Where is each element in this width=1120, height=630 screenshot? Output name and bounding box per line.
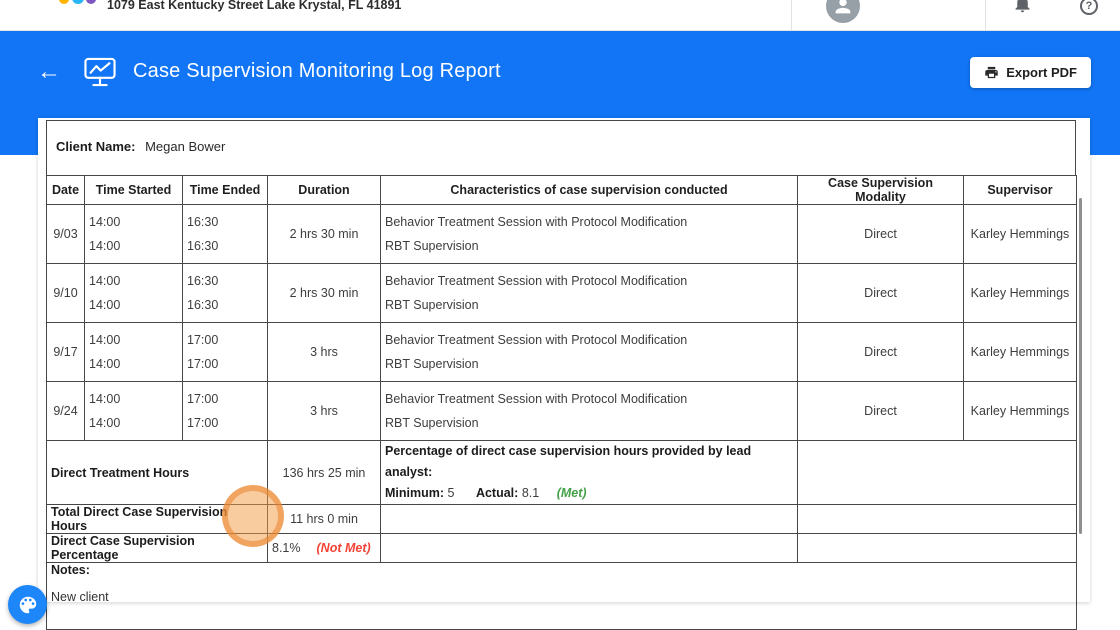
topbar-divider bbox=[985, 0, 986, 30]
empty-cell bbox=[380, 504, 798, 534]
col-header-supervisor: Supervisor bbox=[963, 175, 1077, 205]
col-header-modality: Case Supervision Modality bbox=[797, 175, 964, 205]
user-avatar[interactable] bbox=[826, 0, 860, 23]
report-chart-icon bbox=[82, 56, 118, 88]
total-supervision-hours-value: 11 hrs 0 min bbox=[267, 504, 381, 534]
table-row: 9/03 14:00 14:00 16:30 16:30 2 hrs 30 mi… bbox=[46, 204, 1077, 264]
cell-supervisor: Karley Hemmings bbox=[963, 263, 1077, 323]
cell-duration: 3 hrs bbox=[267, 381, 381, 441]
cell-date: 9/17 bbox=[46, 322, 85, 382]
col-header-duration: Duration bbox=[267, 175, 381, 205]
met-status-badge: (Met) bbox=[556, 486, 587, 500]
total-supervision-hours-label: Total Direct Case Supervision Hours bbox=[46, 504, 268, 534]
cell-time-ended: 16:30 16:30 bbox=[182, 263, 268, 323]
cell-date: 9/10 bbox=[46, 263, 85, 323]
table-row: 9/10 14:00 14:00 16:30 16:30 2 hrs 30 mi… bbox=[46, 263, 1077, 323]
empty-cell bbox=[797, 504, 1077, 534]
cell-date: 9/24 bbox=[46, 381, 85, 441]
empty-cell bbox=[797, 533, 1077, 563]
col-header-time-ended: Time Ended bbox=[182, 175, 268, 205]
palette-icon bbox=[17, 594, 39, 616]
topbar-divider bbox=[791, 0, 792, 30]
cell-time-started: 14:00 14:00 bbox=[84, 322, 183, 382]
client-name-value: Megan Bower bbox=[145, 139, 226, 154]
notes-row: Notes: New client bbox=[46, 562, 1077, 630]
printer-icon bbox=[984, 65, 999, 80]
person-icon bbox=[835, 0, 851, 14]
table-header-row: Date Time Started Time Ended Duration Ch… bbox=[46, 175, 1077, 205]
cell-duration: 2 hrs 30 min bbox=[267, 204, 381, 264]
cell-supervisor: Karley Hemmings bbox=[963, 204, 1077, 264]
lead-analyst-heading: Percentage of direct case supervision ho… bbox=[385, 444, 752, 479]
empty-cell bbox=[797, 440, 1077, 505]
cell-modality: Direct bbox=[797, 381, 964, 441]
theme-palette-button[interactable] bbox=[8, 585, 47, 624]
summary-row-supervision-percentage: Direct Case Supervision Percentage 8.1% (… bbox=[46, 533, 1077, 563]
col-header-date: Date bbox=[46, 175, 85, 205]
table-row: 9/24 14:00 14:00 17:00 17:00 3 hrs Behav… bbox=[46, 381, 1077, 441]
cell-time-started: 14:00 14:00 bbox=[84, 263, 183, 323]
not-met-status-badge: (Not Met) bbox=[316, 541, 371, 555]
direct-treatment-hours-label: Direct Treatment Hours bbox=[46, 440, 268, 505]
col-header-time-started: Time Started bbox=[84, 175, 183, 205]
col-header-characteristics: Characteristics of case supervision cond… bbox=[380, 175, 798, 205]
cell-modality: Direct bbox=[797, 322, 964, 382]
cell-time-ended: 16:30 16:30 bbox=[182, 204, 268, 264]
empty-cell bbox=[380, 533, 798, 563]
client-name-row: Client Name: Megan Bower bbox=[46, 120, 1076, 175]
actual-label: Actual: bbox=[475, 486, 519, 500]
table-scrollbar[interactable] bbox=[1079, 198, 1082, 534]
cell-time-ended: 17:00 17:00 bbox=[182, 322, 268, 382]
cell-time-started: 14:00 14:00 bbox=[84, 381, 183, 441]
client-name-label: Client Name: bbox=[56, 139, 136, 154]
page-title: Case Supervision Monitoring Log Report bbox=[133, 60, 501, 82]
app-logo[interactable] bbox=[58, 0, 98, 15]
cell-supervisor: Karley Hemmings bbox=[963, 322, 1077, 382]
cell-modality: Direct bbox=[797, 204, 964, 264]
cell-time-ended: 17:00 17:00 bbox=[182, 381, 268, 441]
page-header-row: ← Case Supervision Monitoring Log Report bbox=[0, 31, 1120, 112]
minimum-value: 5 bbox=[447, 486, 455, 500]
topbar: 1079 East Kentucky Street Lake Krystal, … bbox=[0, 0, 1120, 31]
cell-characteristics: Behavior Treatment Session with Protocol… bbox=[380, 381, 798, 441]
export-pdf-label: Export PDF bbox=[1006, 65, 1077, 80]
cell-characteristics: Behavior Treatment Session with Protocol… bbox=[380, 322, 798, 382]
report-card: Client Name: Megan Bower Date Time Start… bbox=[38, 118, 1090, 630]
summary-row-direct-treatment: Direct Treatment Hours 136 hrs 25 min Pe… bbox=[46, 440, 1077, 505]
summary-row-total-supervision: Total Direct Case Supervision Hours 11 h… bbox=[46, 504, 1077, 534]
direct-treatment-hours-value: 136 hrs 25 min bbox=[267, 440, 381, 505]
notifications-bell-icon[interactable] bbox=[1012, 0, 1033, 19]
supervision-percentage-label: Direct Case Supervision Percentage bbox=[46, 533, 268, 563]
cell-characteristics: Behavior Treatment Session with Protocol… bbox=[380, 204, 798, 264]
cell-characteristics: Behavior Treatment Session with Protocol… bbox=[380, 263, 798, 323]
help-icon[interactable]: ? bbox=[1080, 0, 1098, 15]
supervision-percentage-value: 8.1% bbox=[272, 541, 301, 555]
minimum-label: Minimum: bbox=[385, 486, 445, 500]
notes-label: Notes: bbox=[51, 563, 90, 577]
table-row: 9/17 14:00 14:00 17:00 17:00 3 hrs Behav… bbox=[46, 322, 1077, 382]
notes-cell: Notes: New client bbox=[46, 562, 1077, 630]
cell-time-started: 14:00 14:00 bbox=[84, 204, 183, 264]
cell-modality: Direct bbox=[797, 263, 964, 323]
cell-duration: 2 hrs 30 min bbox=[267, 263, 381, 323]
cell-supervisor: Karley Hemmings bbox=[963, 381, 1077, 441]
cell-duration: 3 hrs bbox=[267, 322, 381, 382]
supervision-log-table: Date Time Started Time Ended Duration Ch… bbox=[46, 175, 1077, 630]
cell-date: 9/03 bbox=[46, 204, 85, 264]
lead-analyst-percentage-cell: Percentage of direct case supervision ho… bbox=[380, 440, 798, 505]
actual-value: 8.1 bbox=[521, 486, 540, 500]
back-button[interactable]: ← bbox=[36, 59, 62, 84]
supervision-percentage-cell: 8.1% (Not Met) bbox=[267, 533, 381, 563]
export-pdf-button[interactable]: Export PDF bbox=[970, 57, 1091, 88]
report-box: Client Name: Megan Bower Date Time Start… bbox=[46, 120, 1077, 630]
office-address: 1079 East Kentucky Street Lake Krystal, … bbox=[107, 0, 402, 12]
notes-value: New client bbox=[51, 590, 109, 604]
